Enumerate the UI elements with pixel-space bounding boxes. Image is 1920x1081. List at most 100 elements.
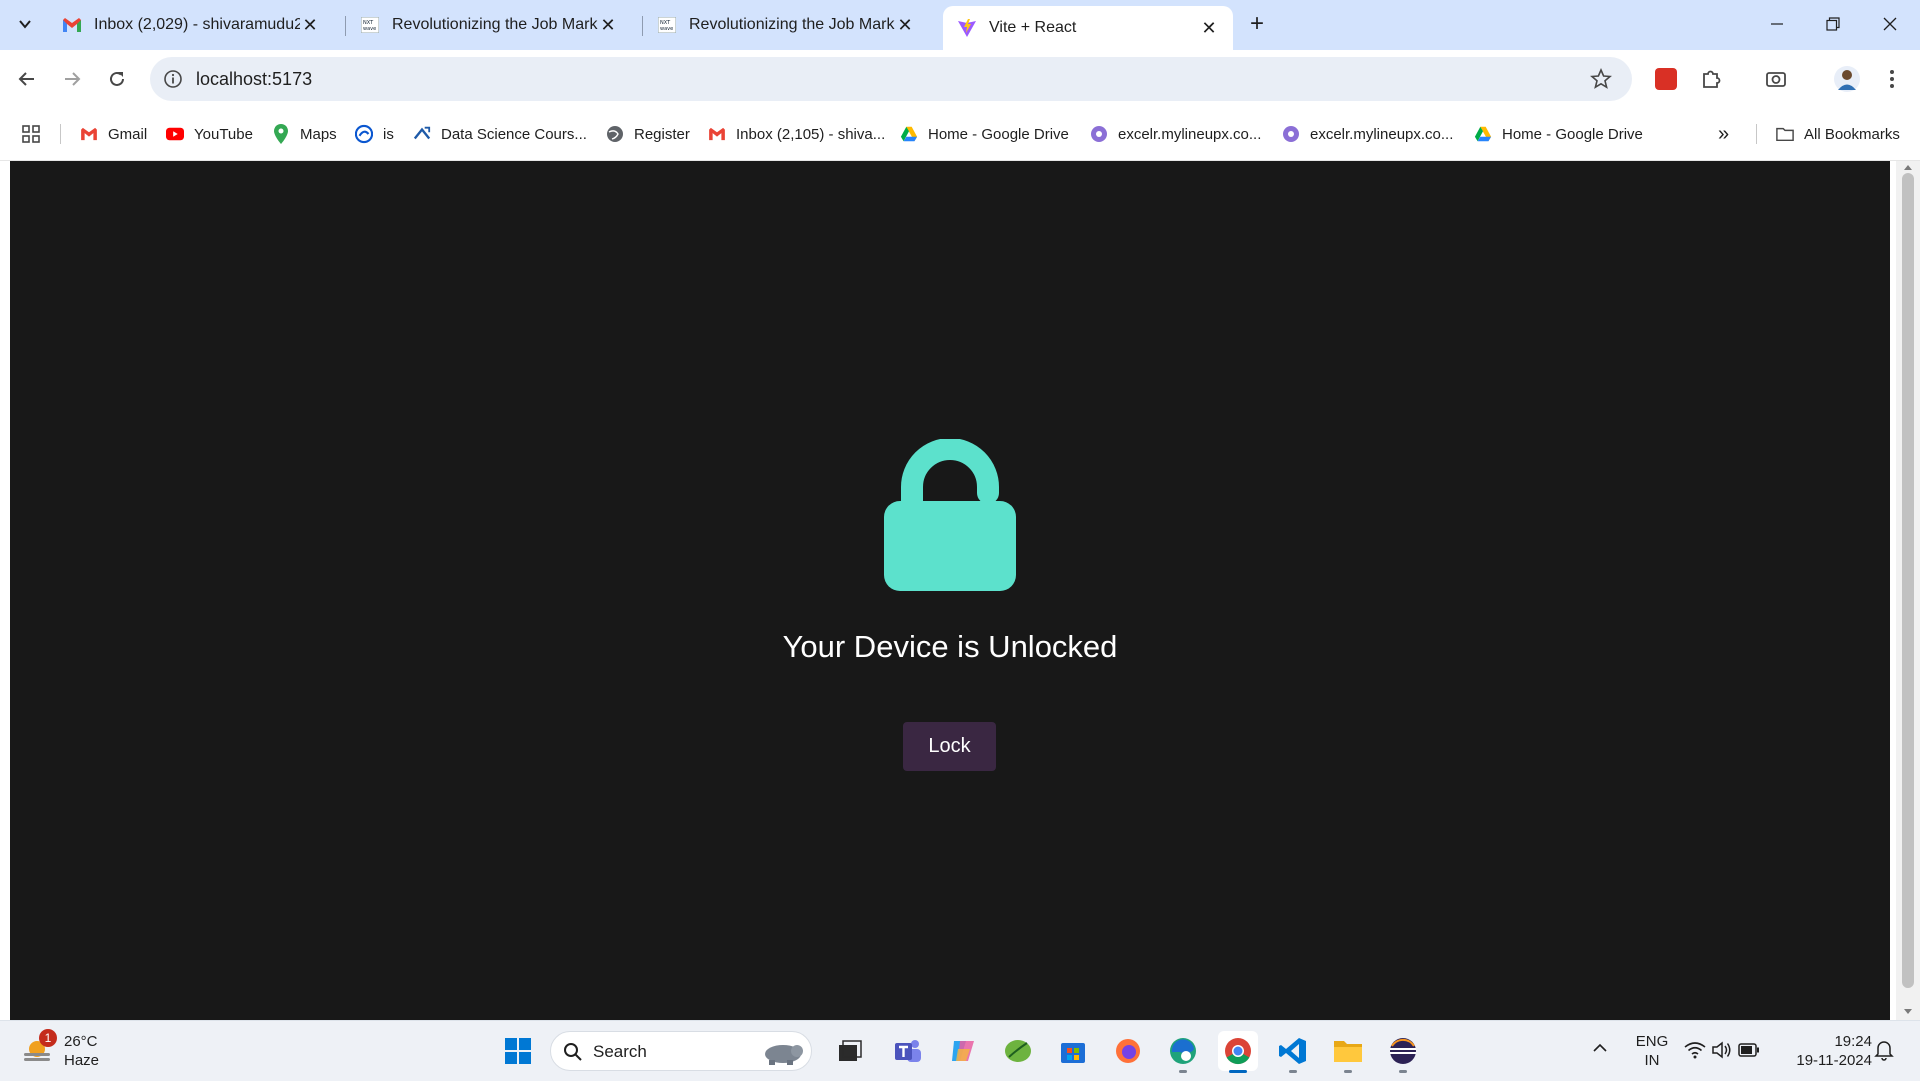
bookmark-inbox[interactable]: Inbox (2,105) - shiva... — [708, 122, 885, 146]
maps-icon — [272, 124, 290, 144]
close-window-button[interactable] — [1870, 8, 1910, 40]
search-placeholder: Search — [593, 1042, 647, 1061]
bookmark-data-science[interactable]: Data Science Cours... — [413, 122, 587, 146]
vite-icon — [957, 18, 977, 38]
apps-icon[interactable] — [22, 122, 40, 146]
region-code: IN — [1644, 1052, 1660, 1069]
clock-date: 19-11-2024 — [1796, 1052, 1872, 1069]
screenshot-button[interactable] — [1758, 61, 1794, 97]
gmail-icon — [80, 125, 98, 143]
menu-button[interactable] — [1874, 61, 1910, 97]
chrome-icon — [1225, 1038, 1251, 1065]
svg-text:wave: wave — [363, 26, 376, 32]
profile-button[interactable] — [1829, 61, 1865, 97]
youtube-icon — [166, 125, 184, 143]
bookmark-label: excelr.mylineupx.co... — [1310, 125, 1454, 143]
url-text[interactable]: localhost:5173 — [196, 69, 312, 90]
back-button[interactable] — [9, 61, 45, 97]
extensions-button[interactable] — [1693, 61, 1729, 97]
bookmark-is[interactable]: is — [355, 122, 394, 146]
arrow-right-icon — [65, 72, 81, 86]
gmail-icon — [62, 15, 82, 35]
task-view-button[interactable] — [830, 1031, 870, 1071]
page-viewport: Your Device is Unlocked Lock — [10, 161, 1890, 1020]
bookmark-google-drive-2[interactable]: Home - Google Drive — [1474, 122, 1643, 146]
weather-widget[interactable]: 1 26°C Haze — [20, 1029, 110, 1071]
new-tab-button[interactable]: + — [1237, 8, 1277, 40]
bookmark-label: Gmail — [108, 125, 148, 143]
start-button[interactable] — [498, 1031, 538, 1071]
bookmark-label: Home - Google Drive — [1502, 125, 1643, 143]
forward-button[interactable] — [54, 61, 90, 97]
extension-button[interactable] — [1648, 61, 1684, 97]
teams-icon — [895, 1040, 921, 1062]
bookmark-label: Home - Google Drive — [928, 125, 1069, 143]
close-icon[interactable]: ✕ — [598, 15, 618, 35]
close-icon — [1883, 17, 1897, 31]
minimize-button[interactable] — [1757, 8, 1797, 40]
tab-gmail-inbox[interactable]: Inbox (2,029) - shivaramudu200 ✕ — [48, 7, 334, 43]
tab-vite-react[interactable]: Vite + React ✕ — [943, 6, 1233, 50]
avatar — [1834, 66, 1860, 92]
edge-button[interactable] — [1163, 1031, 1203, 1073]
bookmarks-overflow-button[interactable]: » — [1718, 122, 1729, 146]
bookmark-label: excelr.mylineupx.co... — [1118, 125, 1262, 143]
file-explorer-button[interactable] — [1328, 1031, 1368, 1073]
firefox-button[interactable] — [1108, 1031, 1148, 1071]
bookmark-register[interactable]: Register — [606, 122, 690, 146]
notifications-button[interactable] — [1874, 1039, 1894, 1066]
bookmark-excelr-lineup-2[interactable]: excelr.mylineupx.co... — [1282, 122, 1453, 146]
scrollbar-thumb[interactable] — [1902, 173, 1914, 988]
address-bar[interactable]: localhost:5173 — [150, 57, 1632, 101]
lock-button[interactable]: Lock — [903, 722, 996, 771]
bookmark-label: YouTube — [194, 125, 253, 143]
tab-title: Revolutionizing the Job Market — [392, 16, 598, 33]
bookmark-youtube[interactable]: YouTube — [166, 122, 253, 146]
close-icon[interactable]: ✕ — [300, 15, 320, 35]
close-icon[interactable]: ✕ — [895, 15, 915, 35]
double-chevron-icon: » — [1718, 122, 1730, 145]
vscode-icon — [1279, 1038, 1306, 1064]
reload-button[interactable] — [99, 61, 135, 97]
copilot-button[interactable] — [943, 1031, 983, 1071]
tab-search-button[interactable] — [5, 8, 45, 40]
tab-job-market-1[interactable]: NXT wave Revolutionizing the Job Market ✕ — [346, 7, 632, 43]
store-button[interactable] — [1053, 1031, 1093, 1071]
bookmark-gmail[interactable]: Gmail — [80, 122, 147, 146]
bookmark-label: Data Science Cours... — [441, 125, 587, 143]
vscode-button[interactable] — [1273, 1031, 1313, 1073]
bookmark-label: is — [383, 125, 394, 143]
restore-button[interactable] — [1813, 8, 1853, 40]
bell-icon — [1874, 1041, 1894, 1061]
taskbar-search[interactable]: Search — [550, 1031, 812, 1071]
close-icon[interactable]: ✕ — [1199, 18, 1219, 38]
spring-tools-button[interactable] — [998, 1031, 1038, 1071]
bookmark-excelr-lineup-1[interactable]: excelr.mylineupx.co... — [1090, 122, 1261, 146]
lineup-icon — [1282, 125, 1300, 143]
tab-job-market-2[interactable]: NXT wave Revolutionizing the Job Market ✕ — [643, 7, 929, 43]
teams-button[interactable] — [888, 1031, 928, 1071]
folder-icon — [1776, 125, 1794, 143]
clock[interactable]: 19:24 19-11-2024 — [1780, 1031, 1872, 1071]
chrome-button[interactable] — [1218, 1031, 1258, 1073]
bookmark-maps[interactable]: Maps — [272, 122, 337, 146]
excelr-icon — [413, 125, 431, 143]
puzzle-icon — [1703, 70, 1721, 88]
show-hidden-icons-button[interactable] — [1592, 1041, 1608, 1060]
weather-temp: 26°C — [64, 1033, 98, 1050]
site-info-icon[interactable] — [163, 69, 183, 94]
bookmark-label: Inbox (2,105) - shiva... — [736, 125, 886, 143]
copilot-icon — [952, 1041, 974, 1061]
svg-text:wave: wave — [660, 26, 673, 32]
bookmark-google-drive[interactable]: Home - Google Drive — [900, 122, 1069, 146]
eclipse-button[interactable] — [1383, 1031, 1423, 1073]
nxtwave-icon: NXT wave — [360, 15, 380, 35]
all-bookmarks-button[interactable]: All Bookmarks — [1776, 122, 1900, 146]
system-tray-status[interactable] — [1684, 1039, 1759, 1063]
tab-title: Vite + React — [989, 19, 1077, 36]
scroll-up-icon[interactable] — [1903, 163, 1913, 171]
scrollbar[interactable] — [1896, 161, 1920, 1020]
language-indicator[interactable]: ENG IN — [1630, 1031, 1674, 1071]
star-icon[interactable] — [1590, 67, 1612, 95]
scroll-down-icon[interactable] — [1903, 1008, 1913, 1016]
